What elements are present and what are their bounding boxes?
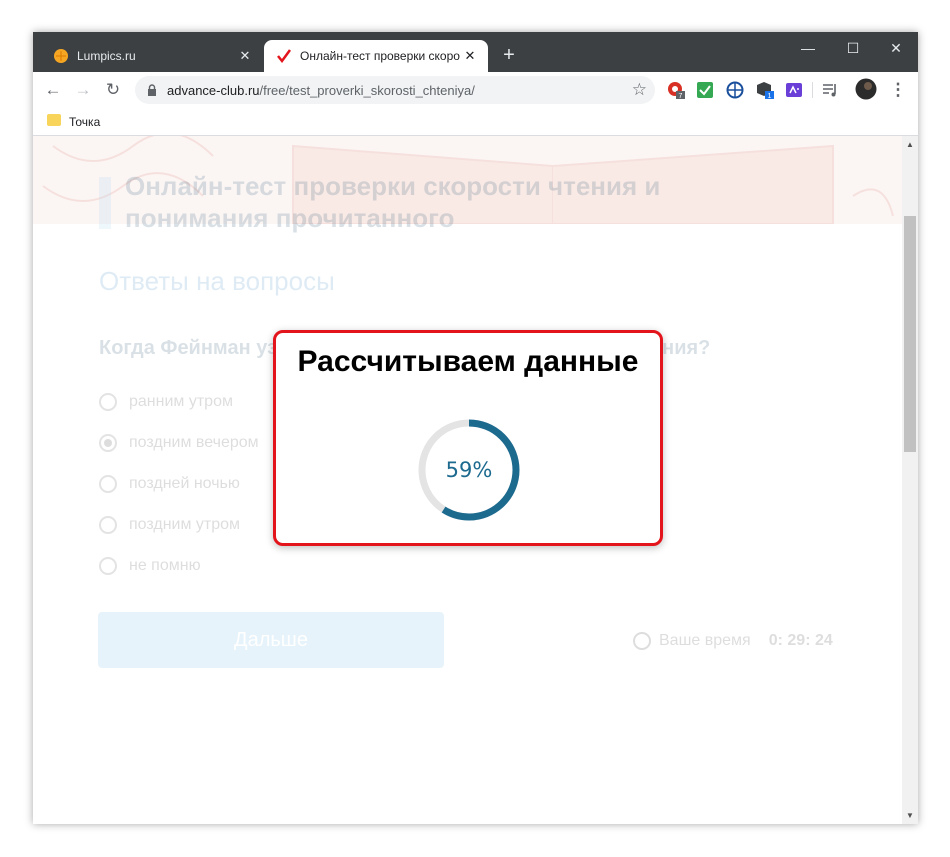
address-bar[interactable]: advance-club.ru/free/test_proverki_skoro… xyxy=(135,76,655,104)
url-path: /free/test_proverki_skorosti_chteniya/ xyxy=(259,83,475,98)
tab-close-icon[interactable]: ✕ xyxy=(460,48,480,64)
radio-button[interactable] xyxy=(99,557,117,575)
option-label: не помню xyxy=(129,557,201,574)
answer-option[interactable]: поздним утром xyxy=(99,513,240,537)
toolbar-divider xyxy=(812,82,813,98)
extension-globe-icon[interactable] xyxy=(726,81,744,99)
bookmark-star-icon[interactable]: ☆ xyxy=(632,80,647,100)
extension-badge: 7 xyxy=(679,93,683,99)
url-host: advance-club.ru xyxy=(167,83,260,98)
folder-icon xyxy=(47,114,61,126)
scrollbar-thumb[interactable] xyxy=(904,216,916,452)
forward-icon[interactable]: → xyxy=(73,80,93,100)
page-title: Онлайн-тест проверки скорости чтения и п… xyxy=(125,171,661,233)
extension-cube-icon[interactable]: 1 xyxy=(756,81,774,99)
next-button[interactable]: Дальше xyxy=(98,612,444,668)
radio-button[interactable] xyxy=(99,475,117,493)
radio-button[interactable] xyxy=(99,393,117,411)
timer: Ваше время 0: 29: 24 xyxy=(633,632,833,650)
timer-value: 0: 29: 24 xyxy=(768,632,833,649)
answer-option[interactable]: не помню xyxy=(99,554,201,578)
reload-icon[interactable]: ↻ xyxy=(103,80,123,100)
lock-icon xyxy=(148,84,156,96)
calculating-modal: Рассчитываем данные 59% xyxy=(273,330,663,546)
title-bar: Lumpics.ru ✕ Онлайн-тест проверки скорос… xyxy=(33,32,918,72)
radio-button-selected[interactable] xyxy=(99,434,117,452)
answer-option[interactable]: поздним вечером xyxy=(99,431,259,455)
answer-option[interactable]: ранним утром xyxy=(99,390,233,414)
progress-percent: 59% xyxy=(445,458,493,482)
extension-red-icon[interactable]: 7 xyxy=(667,81,685,99)
profile-avatar-icon[interactable] xyxy=(855,78,877,100)
browser-toolbar: ← → ↻ advance-club.ru/free/test_proverki… xyxy=(33,72,918,108)
bookmarks-bar: Точка xyxy=(33,108,918,136)
tab-close-icon[interactable]: ✕ xyxy=(235,48,255,64)
tab-lumpics[interactable]: Lumpics.ru ✕ xyxy=(41,40,263,72)
url-text: advance-club.ru/free/test_proverki_skoro… xyxy=(167,83,475,98)
modal-title: Рассчитываем данные xyxy=(297,345,639,378)
new-tab-button[interactable]: + xyxy=(497,44,521,68)
bookmark-item-tochka[interactable]: Точка xyxy=(69,115,100,129)
extension-check-icon[interactable] xyxy=(696,81,714,99)
vertical-scrollbar[interactable]: ▲ ▼ xyxy=(902,136,918,824)
tab-label: Lumpics.ru xyxy=(77,49,136,63)
extension-purple-icon[interactable] xyxy=(785,81,803,99)
back-icon[interactable]: ← xyxy=(43,80,63,100)
option-label: ранним утром xyxy=(129,393,233,410)
maximize-button[interactable]: ☐ xyxy=(838,38,868,58)
option-label: поздним вечером xyxy=(129,434,259,451)
title-accent xyxy=(99,177,111,229)
lumpics-favicon-icon xyxy=(54,49,68,63)
answer-option[interactable]: поздней ночью xyxy=(99,472,240,496)
scroll-up-icon[interactable]: ▲ xyxy=(902,140,918,149)
scroll-down-icon[interactable]: ▼ xyxy=(902,811,918,820)
section-title: Ответы на вопросы xyxy=(99,266,335,296)
tab-label: Онлайн-тест проверки скорост xyxy=(300,49,460,63)
timer-label: Ваше время xyxy=(659,632,751,649)
menu-icon[interactable]: ⋮ xyxy=(888,80,908,100)
clock-icon xyxy=(633,632,651,650)
close-window-button[interactable]: ✕ xyxy=(881,38,911,58)
radio-button[interactable] xyxy=(99,516,117,534)
tab-reading-test[interactable]: Онлайн-тест проверки скорост ✕ xyxy=(264,40,488,72)
option-label: поздней ночью xyxy=(129,475,240,492)
option-label: поздним утром xyxy=(129,516,241,533)
checkmark-favicon-icon xyxy=(277,49,292,64)
media-queue-icon[interactable] xyxy=(821,81,839,99)
extension-badge: 1 xyxy=(768,93,772,99)
minimize-button[interactable]: — xyxy=(793,38,823,58)
